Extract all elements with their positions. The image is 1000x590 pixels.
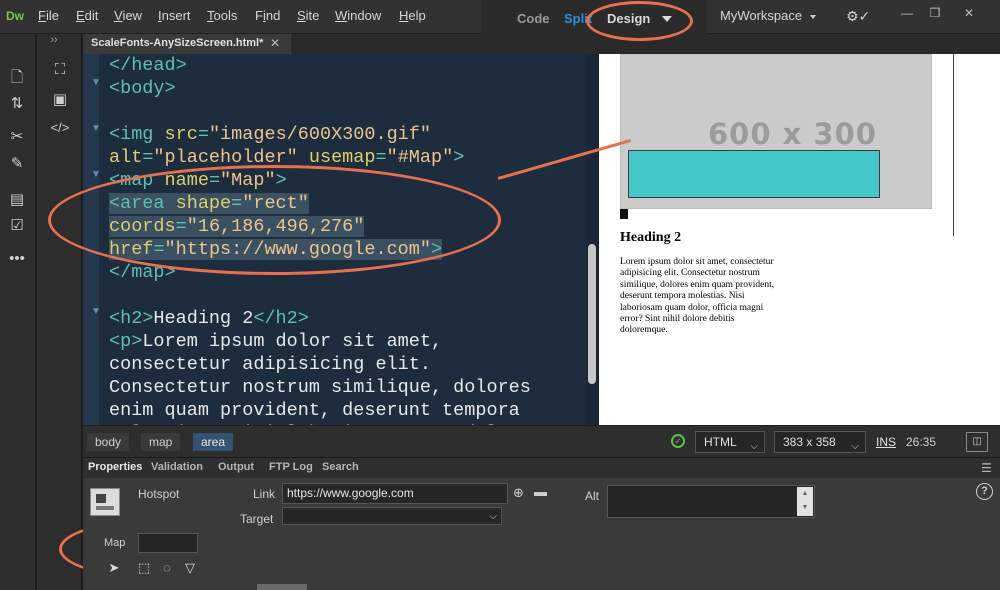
link-label: Link <box>253 487 276 501</box>
tab-validation[interactable]: Validation <box>151 461 203 473</box>
cursor-position: 26:35 <box>906 435 937 449</box>
workspace-switcher[interactable]: MyWorkspace <box>720 8 802 23</box>
hotspot-label: Hotspot <box>138 487 180 501</box>
map-label: Map <box>104 537 126 549</box>
tab-output[interactable]: Output <box>218 461 254 473</box>
menu-item[interactable]: Window <box>335 8 381 23</box>
preview-icon[interactable]: ◫ <box>966 432 988 452</box>
design-heading: Heading 2 <box>620 230 682 245</box>
breadcrumb-area[interactable]: area <box>193 433 234 451</box>
status-bar: body map area ✓ HTML ⌵ 383 x 358 ⌵ INS 26:… <box>83 425 1000 457</box>
design-paragraph: Lorem ipsum dolor sit amet, consectetur … <box>620 257 775 336</box>
code-line: enim quam provident, deserunt tempora <box>109 400 520 421</box>
panel-scrollbar-thumb[interactable] <box>257 584 307 590</box>
panel-menu-icon[interactable]: ☰ <box>981 461 992 475</box>
alt-scrollbar[interactable]: ▲ ▼ <box>797 487 813 516</box>
window-size-select[interactable]: 383 x 358 ⌵ <box>774 431 866 453</box>
target-select[interactable]: ⌵ <box>282 507 502 525</box>
link-field[interactable]: https://www.google.com <box>282 483 508 504</box>
tab-properties[interactable]: Properties <box>88 461 142 473</box>
transfer-icon[interactable]: ⇅ <box>6 94 28 114</box>
code-view-button[interactable]: Code <box>517 11 550 26</box>
panel-toolbar: ›› ⛶ ▣ </> <box>37 34 82 590</box>
menu-item[interactable]: File <box>38 8 59 23</box>
dom-tree-icon[interactable]: ⛶ <box>49 60 71 80</box>
close-tab-icon[interactable]: ✕ <box>270 36 280 50</box>
document-tab-label: ScaleFonts-AnySizeScreen.html* <box>91 37 264 49</box>
document-tab[interactable]: ScaleFonts-AnySizeScreen.html* ✕ <box>83 34 291 54</box>
tab-search[interactable]: Search <box>322 461 359 473</box>
document-toolbar: 🗋 ⇅ ✂ ✎ ▤ ☑ ••• <box>0 34 36 590</box>
alt-field[interactable] <box>607 485 815 518</box>
design-divider <box>953 54 954 236</box>
code-scrollbar[interactable] <box>586 54 598 425</box>
code-line: <h2>Heading 2</h2> <box>109 308 309 329</box>
pointer-tool-icon[interactable]: ➤ <box>106 560 122 576</box>
snippets-icon[interactable]: ✂ <box>6 127 28 147</box>
design-annotation-ellipse <box>586 1 693 41</box>
insert-mode-toggle[interactable]: INS <box>876 435 896 449</box>
polygon-hotspot-icon[interactable]: ▽ <box>182 560 198 576</box>
placeholder-image-text: 600 x 300 <box>708 117 877 151</box>
point-to-file-icon[interactable]: ⊕ <box>513 485 524 501</box>
menu-item[interactable]: Insert <box>158 8 191 23</box>
collapse-icon[interactable]: ›› <box>43 34 65 46</box>
rect-hotspot[interactable] <box>628 150 880 198</box>
folder-icon[interactable]: ▬ <box>534 484 547 499</box>
map-name-field[interactable] <box>138 533 198 553</box>
document-tab-bar: ScaleFonts-AnySizeScreen.html* ✕ <box>83 34 1000 54</box>
menu-item[interactable]: Help <box>399 8 426 23</box>
no-errors-icon[interactable]: ✓ <box>671 434 685 448</box>
breadcrumb-map[interactable]: map <box>141 433 181 451</box>
target-label: Target <box>240 512 274 526</box>
menu-item[interactable]: Site <box>297 8 319 23</box>
breadcrumb-body[interactable]: body <box>87 433 130 451</box>
menu-item[interactable]: Tools <box>207 8 237 23</box>
code-scrollbar-thumb[interactable] <box>588 244 596 384</box>
code-line: </head> <box>109 55 187 76</box>
validate-icon[interactable]: ☑ <box>6 216 28 236</box>
code-icon[interactable]: </> <box>49 118 71 138</box>
code-line: <body> <box>109 78 176 99</box>
tab-ftp-log[interactable]: FTP Log <box>269 461 313 473</box>
comment-icon[interactable]: ▤ <box>6 190 28 210</box>
map-marker-icon[interactable] <box>620 209 628 219</box>
restore-icon[interactable]: ❐ <box>924 4 946 22</box>
file-icon[interactable]: 🗋 <box>6 68 28 88</box>
code-line: consectetur adipisicing elit. <box>109 354 431 375</box>
menu-item[interactable]: View <box>114 8 142 23</box>
css-designer-icon[interactable]: ✎ <box>6 154 28 174</box>
document-type-select[interactable]: HTML ⌵ <box>695 431 765 453</box>
circle-hotspot-icon[interactable]: ◌ <box>159 560 175 576</box>
menu-item[interactable]: Edit <box>76 8 98 23</box>
close-window-icon[interactable]: ✕ <box>958 4 980 22</box>
app-logo: Dw <box>6 9 24 23</box>
code-line: <p>Lorem ipsum dolor sit amet, <box>109 331 443 352</box>
menu-item[interactable]: Find <box>255 8 280 23</box>
more-icon[interactable]: ••• <box>6 249 28 269</box>
workspace-caret-icon[interactable] <box>810 15 816 19</box>
properties-panel: Properties Validation Output FTP Log Sea… <box>83 458 1000 590</box>
rect-hotspot-icon[interactable]: ⬚ <box>136 560 152 576</box>
area-code-annotation-ellipse <box>48 165 501 275</box>
panel-tabs: Properties Validation Output FTP Log Sea… <box>83 458 1000 478</box>
gear-check-icon[interactable]: ⚙✓ <box>846 8 870 25</box>
minimize-icon[interactable]: ― <box>896 4 918 22</box>
code-line: <img src="images/600X300.gif" <box>109 124 431 145</box>
menu-bar: Dw File Edit View Insert Tools Find Site Window… <box>0 0 1000 34</box>
design-view[interactable]: 600 x 300 Heading 2 Lorem ipsum dolor si… <box>599 54 1000 425</box>
hotspot-type-icon <box>90 488 120 516</box>
assets-icon[interactable]: ▣ <box>49 90 71 110</box>
code-line: Consectetur nostrum similique, dolores <box>109 377 531 398</box>
alt-label: Alt <box>585 489 600 503</box>
help-icon[interactable]: ? <box>976 483 993 500</box>
